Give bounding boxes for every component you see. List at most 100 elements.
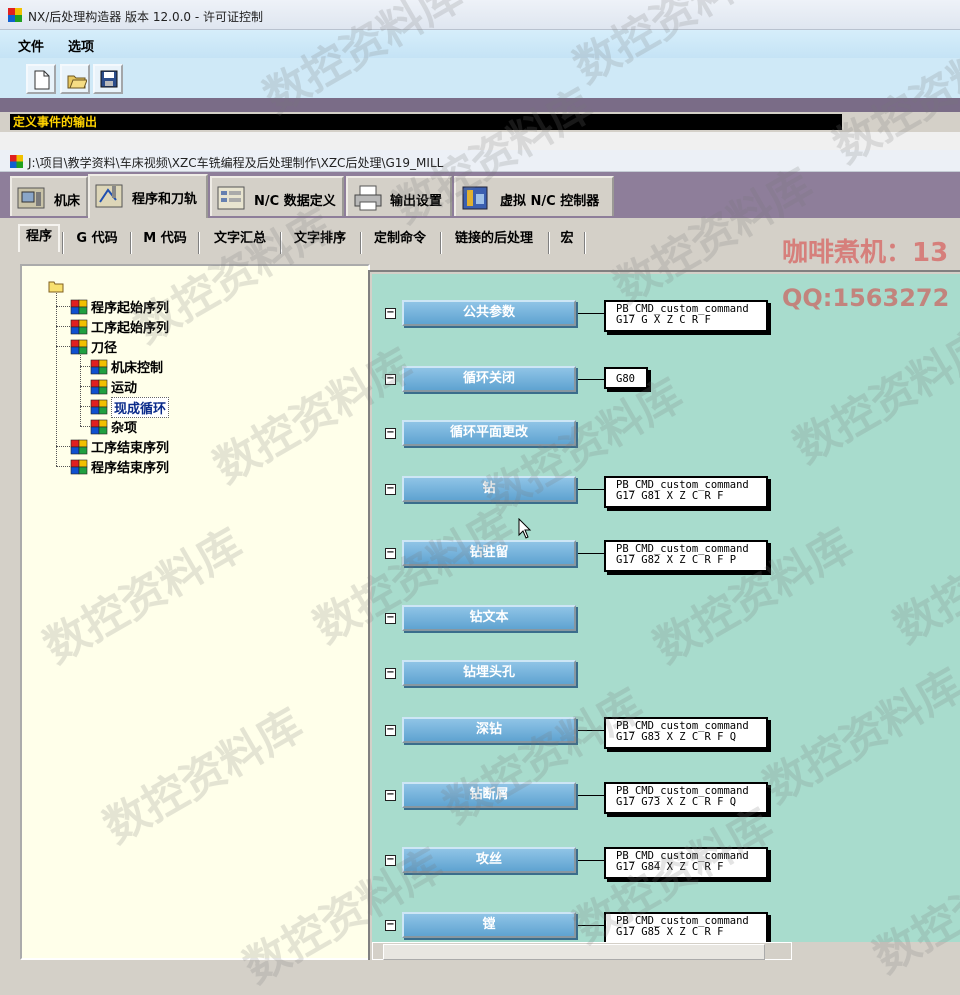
tree-trunk-line <box>56 290 57 466</box>
sequence-cube-icon <box>70 317 88 338</box>
sequence-cube-icon <box>90 397 108 418</box>
tab-output-settings[interactable]: 输出设置 <box>346 176 452 216</box>
save-icon <box>100 70 118 88</box>
sequence-cube-icon <box>70 337 88 358</box>
event-connector-line <box>578 795 604 796</box>
collapse-toggle[interactable]: − <box>385 790 396 801</box>
command-block[interactable]: PB_CMD_custom_command G17 G83 X Z C R F Q <box>604 717 768 749</box>
event-button[interactable]: 钻埋头孔 <box>402 660 576 686</box>
event-button[interactable]: 公共参数 <box>402 300 576 326</box>
tab-output-settings-label: 输出设置 <box>390 194 443 209</box>
tree-branch-line <box>56 466 70 467</box>
menu-options[interactable]: 选项 <box>68 36 94 55</box>
command-line: G17 G82 X Z C R F P <box>616 554 737 566</box>
tab-virtual-nc-controller-label: 虚拟 N/C 控制器 <box>500 194 600 209</box>
command-block[interactable]: PB_CMD_custom_command G17 G X Z C R F <box>604 300 768 332</box>
cube-icon <box>90 399 108 415</box>
command-line: G17 G84 X Z C R F <box>616 861 724 873</box>
cube-icon <box>70 339 88 355</box>
menu-file[interactable]: 文件 <box>18 36 44 55</box>
subtab-macro[interactable]: 宏 <box>552 228 582 256</box>
toolbar-divider <box>0 98 960 112</box>
document-path: J:\项目\教学资料\车床视频\XZC车铣编程及后处理制作\XZC后处理\G19… <box>28 156 444 170</box>
new-button[interactable] <box>26 64 56 94</box>
tab-nc-data[interactable]: N/C 数据定义 <box>210 176 344 216</box>
tree-node-label[interactable]: 程序结束序列 <box>91 457 169 476</box>
command-block[interactable]: PB_CMD_custom_command G17 G82 X Z C R F P <box>604 540 768 572</box>
horizontal-scrollbar[interactable] <box>372 942 792 960</box>
collapse-toggle[interactable]: − <box>385 668 396 679</box>
command-block[interactable]: PB_CMD_custom_command G17 G73 X Z C R F Q <box>604 782 768 814</box>
subtab-g-code[interactable]: G 代码 <box>66 228 128 256</box>
event-button[interactable]: 钻 <box>402 476 576 502</box>
subtab-word-summary[interactable]: 文字汇总 <box>204 228 276 256</box>
subtab-linked-posts[interactable]: 链接的后处理 <box>444 228 544 256</box>
save-button[interactable] <box>93 64 123 94</box>
open-folder-icon <box>67 75 87 89</box>
sequence-cube-icon <box>70 297 88 318</box>
tree-node-label[interactable]: 运动 <box>111 377 137 396</box>
event-connector-line <box>578 489 604 490</box>
cube-icon <box>90 359 108 375</box>
tree-branch-line <box>80 406 90 407</box>
tab-program-toolpath[interactable]: 程序和刀轨 <box>88 174 208 218</box>
subtab-separator <box>360 232 362 254</box>
collapse-toggle[interactable]: − <box>385 855 396 866</box>
tab-machine-label: 机床 <box>54 194 81 209</box>
event-button[interactable]: 循环关闭 <box>402 366 576 392</box>
tab-machine[interactable]: 机床 <box>10 176 88 216</box>
event-button[interactable]: 镗 <box>402 912 576 938</box>
tree-node-label[interactable]: 刀径 <box>91 337 117 356</box>
tree-node-label[interactable]: 工序结束序列 <box>91 437 169 456</box>
tree-node-label[interactable]: 杂项 <box>111 417 137 436</box>
collapse-toggle[interactable]: − <box>385 548 396 559</box>
tab-nc-data-label: N/C 数据定义 <box>254 194 336 209</box>
collapse-toggle[interactable]: − <box>385 920 396 931</box>
collapse-toggle[interactable]: − <box>385 308 396 319</box>
subtab-separator <box>548 232 550 254</box>
collapse-toggle[interactable]: − <box>385 725 396 736</box>
tree-node-label[interactable]: 现成循环 <box>111 397 170 418</box>
command-line: G80 <box>616 373 635 385</box>
command-block[interactable]: PB_CMD_custom_command G17 G81 X Z C R F <box>604 476 768 508</box>
command-block[interactable]: PB_CMD_custom_command G17 G84 X Z C R F <box>604 847 768 879</box>
tree-node-label[interactable]: 程序起始序列 <box>91 297 169 316</box>
tab-virtual-nc-controller[interactable]: 虚拟 N/C 控制器 <box>454 176 614 216</box>
cube-icon <box>70 299 88 315</box>
command-line: G17 G85 X Z C R F <box>616 926 724 938</box>
subtab-program[interactable]: 程序 <box>18 224 60 252</box>
subtab-separator <box>584 232 586 254</box>
command-block[interactable]: G80 <box>604 367 648 389</box>
collapse-toggle[interactable]: − <box>385 428 396 439</box>
scrollbar-thumb[interactable] <box>383 944 765 960</box>
event-connector-line <box>578 925 604 926</box>
event-button[interactable]: 循环平面更改 <box>402 420 576 446</box>
collapse-toggle[interactable]: − <box>385 374 396 385</box>
subtab-custom-command[interactable]: 定制命令 <box>364 228 436 256</box>
open-button[interactable] <box>60 64 90 94</box>
document-title-bar: J:\项目\教学资料\车床视频\XZC车铣编程及后处理制作\XZC后处理\G19… <box>0 150 960 172</box>
event-button[interactable]: 深钻 <box>402 717 576 743</box>
event-button[interactable]: 钻驻留 <box>402 540 576 566</box>
collapse-toggle[interactable]: − <box>385 484 396 495</box>
event-button[interactable]: 钻断屑 <box>402 782 576 808</box>
printer-icon <box>354 185 382 211</box>
tree-node-label[interactable]: 工序起始序列 <box>91 317 169 336</box>
folder-icon[interactable] <box>48 279 64 293</box>
subtab-separator <box>130 232 132 254</box>
cube-icon <box>90 379 108 395</box>
event-button[interactable]: 钻文本 <box>402 605 576 631</box>
command-block[interactable]: PB_CMD_custom_command G17 G85 X Z C R F <box>604 912 768 944</box>
subtab-m-code[interactable]: M 代码 <box>134 228 196 256</box>
sequence-cube-icon <box>90 357 108 378</box>
event-button[interactable]: 攻丝 <box>402 847 576 873</box>
subtab-word-sequence[interactable]: 文字排序 <box>284 228 356 256</box>
collapse-toggle[interactable]: − <box>385 613 396 624</box>
tree-branch-line <box>56 306 70 307</box>
document-icon <box>10 155 23 168</box>
sequence-cube-icon <box>90 377 108 398</box>
app-icon <box>8 8 22 22</box>
tree-node-label[interactable]: 机床控制 <box>111 357 163 376</box>
mouse-cursor <box>518 518 532 539</box>
cube-icon <box>70 459 88 475</box>
